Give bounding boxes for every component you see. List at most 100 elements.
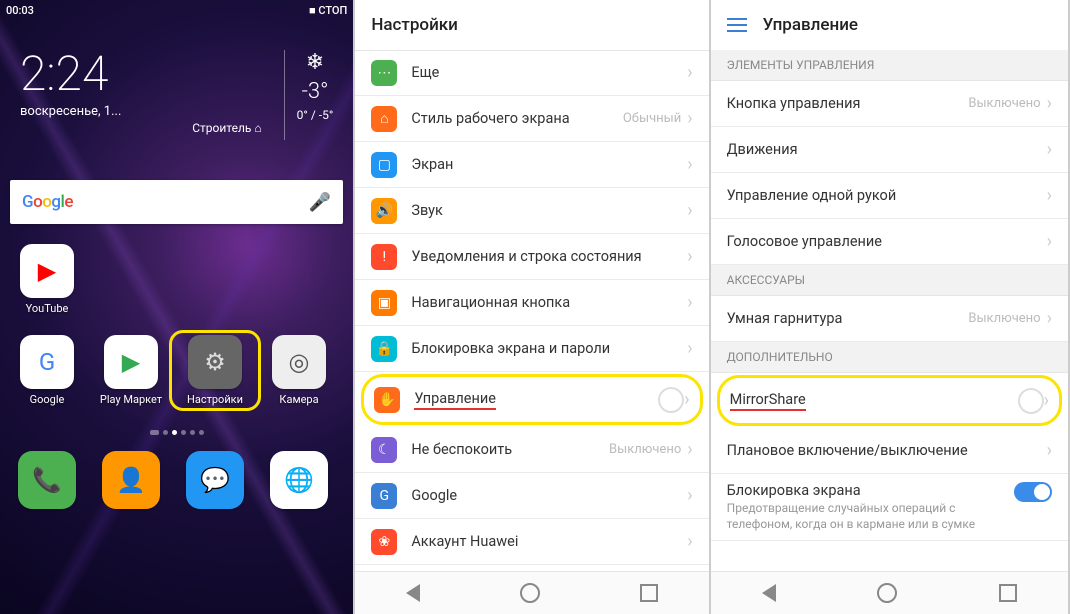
dock-item[interactable]: 👤 xyxy=(90,451,172,513)
management-item[interactable]: Блокировка экрана Предотвращение случайны… xyxy=(711,474,1068,541)
settings-item[interactable]: ▣ Навигационная кнопка › xyxy=(355,280,708,326)
settings-item[interactable]: ☾ Не беспокоить Выключено › xyxy=(355,427,708,473)
list-label: Голосовое управление xyxy=(727,233,1047,250)
list-icon: ▢ xyxy=(371,152,397,178)
app-label: Google xyxy=(6,393,88,406)
settings-item[interactable]: ▢ Экран › xyxy=(355,142,708,188)
nav-bar xyxy=(355,571,708,614)
nav-recent-icon[interactable] xyxy=(640,584,658,602)
app-icon: 👤 xyxy=(102,451,160,509)
nav-home-icon[interactable] xyxy=(520,583,540,603)
settings-item[interactable]: ⌂ Стиль рабочего экрана Обычный › xyxy=(355,96,708,142)
management-item[interactable]: Кнопка управления Выключено › xyxy=(711,81,1068,127)
weather-range: 0° / -5° xyxy=(297,108,334,122)
app-label: Камера xyxy=(258,393,340,406)
app-label: Настройки xyxy=(174,393,256,406)
settings-item[interactable]: G Google › xyxy=(355,473,708,519)
app-icon: ▶ xyxy=(104,335,158,389)
clock-widget[interactable]: 2:24 воскресенье, 1... Строитель ⌂ ❄ -3°… xyxy=(0,20,353,150)
list-value: Обычный xyxy=(623,111,681,126)
list-label: Стиль рабочего экрана xyxy=(411,110,623,127)
management-item[interactable]: Умная гарнитура Выключено › xyxy=(711,296,1068,342)
clock-time: 2:24 xyxy=(20,50,272,98)
status-bar: 00:03 ■ СТОП xyxy=(0,0,353,20)
list-icon: G xyxy=(371,483,397,509)
list-icon: 🔊 xyxy=(371,198,397,224)
list-label: Экран xyxy=(411,156,687,173)
management-item[interactable]: Движения › xyxy=(711,127,1068,173)
chevron-icon: › xyxy=(687,338,692,359)
chevron-icon: › xyxy=(1044,390,1049,411)
app-icon: 📞 xyxy=(18,451,76,509)
chevron-icon: › xyxy=(1047,308,1052,329)
app-item[interactable]: ⚙ Настройки xyxy=(174,335,256,406)
section-header: ЭЛЕМЕНТЫ УПРАВЛЕНИЯ xyxy=(711,50,1068,81)
app-item[interactable]: G Google xyxy=(6,335,88,406)
hamburger-icon[interactable] xyxy=(727,14,747,36)
clock-date: воскресенье, 1... xyxy=(20,104,272,119)
list-icon: ⋯ xyxy=(371,60,397,86)
app-icon: 🌐 xyxy=(270,451,328,509)
list-label: MirrorShare xyxy=(730,391,1018,411)
list-label: Звук xyxy=(411,202,687,219)
management-title: Управление xyxy=(763,15,858,35)
radio-icon xyxy=(658,387,684,413)
management-panel: Управление ЭЛЕМЕНТЫ УПРАВЛЕНИЯКнопка упр… xyxy=(711,0,1070,614)
settings-header: Настройки xyxy=(355,0,708,51)
chevron-icon: › xyxy=(687,485,692,506)
list-label: Умная гарнитура xyxy=(727,310,969,327)
dock-item[interactable]: 💬 xyxy=(174,451,256,513)
app-item[interactable]: ▶ YouTube xyxy=(6,244,88,315)
management-item[interactable]: Голосовое управление › xyxy=(711,219,1068,265)
dock-item[interactable]: 🌐 xyxy=(258,451,340,513)
list-label: Блокировка экрана и пароли xyxy=(411,340,687,357)
app-icon: G xyxy=(20,335,74,389)
section-header: ДОПОЛНИТЕЛЬНО xyxy=(711,342,1068,373)
list-label: Навигационная кнопка xyxy=(411,294,687,311)
list-label: Плановое включение/выключение xyxy=(727,442,1047,459)
app-label: YouTube xyxy=(6,302,88,315)
nav-recent-icon[interactable] xyxy=(999,584,1017,602)
settings-item[interactable]: 🔊 Звук › xyxy=(355,188,708,234)
management-item[interactable]: Плановое включение/выключение › xyxy=(711,428,1068,474)
settings-item[interactable]: ⋯ Еще › xyxy=(355,50,708,96)
radio-icon xyxy=(1018,388,1044,414)
settings-list[interactable]: ⋯ Еще › ⌂ Стиль рабочего экрана Обычный … xyxy=(355,50,708,572)
app-icon: ◎ xyxy=(272,335,326,389)
list-icon: ▣ xyxy=(371,290,397,316)
google-logo: Google xyxy=(22,192,73,212)
list-icon: ⌂ xyxy=(371,106,397,132)
management-item[interactable]: Управление одной рукой › xyxy=(711,173,1068,219)
section-header: АКСЕССУАРЫ xyxy=(711,265,1068,296)
app-item[interactable]: ▶Play Маркет xyxy=(90,335,172,406)
settings-item[interactable]: ❀ Аккаунт Huawei › xyxy=(355,519,708,565)
page-indicator xyxy=(0,420,353,439)
list-subtitle: Предотвращение случайных операций с теле… xyxy=(727,501,1014,532)
app-icon: ▶ xyxy=(20,244,74,298)
list-label: Блокировка экрана xyxy=(727,482,1014,499)
nav-bar xyxy=(711,571,1068,614)
list-label: Не беспокоить xyxy=(411,441,609,458)
nav-back-icon[interactable] xyxy=(406,584,420,602)
management-list[interactable]: ЭЛЕМЕНТЫ УПРАВЛЕНИЯКнопка управления Вык… xyxy=(711,50,1068,572)
app-row-2: G Google▶Play Маркет ⚙ Настройки ◎ Камера xyxy=(0,325,353,416)
chevron-icon: › xyxy=(1047,139,1052,160)
nav-home-icon[interactable] xyxy=(877,583,897,603)
settings-item[interactable]: 🔒 Блокировка экрана и пароли › xyxy=(355,326,708,372)
list-label: Кнопка управления xyxy=(727,95,969,112)
chevron-icon: › xyxy=(687,439,692,460)
management-item[interactable]: MirrorShare › xyxy=(717,375,1062,426)
app-item[interactable]: ◎ Камера xyxy=(258,335,340,406)
settings-item[interactable]: ✋ Управление › xyxy=(361,374,702,425)
settings-item[interactable]: ! Уведомления и строка состояния › xyxy=(355,234,708,280)
chevron-icon: › xyxy=(687,154,692,175)
google-search-bar[interactable]: Google 🎤 xyxy=(10,180,343,224)
dock-item[interactable]: 📞 xyxy=(6,451,88,513)
list-icon: ☾ xyxy=(371,437,397,463)
app-icon: ⚙ xyxy=(188,335,242,389)
toggle-switch[interactable] xyxy=(1014,482,1052,502)
chevron-icon: › xyxy=(687,108,692,129)
status-recording[interactable]: ■ СТОП xyxy=(309,4,347,17)
mic-icon[interactable]: 🎤 xyxy=(309,192,331,213)
nav-back-icon[interactable] xyxy=(762,584,776,602)
